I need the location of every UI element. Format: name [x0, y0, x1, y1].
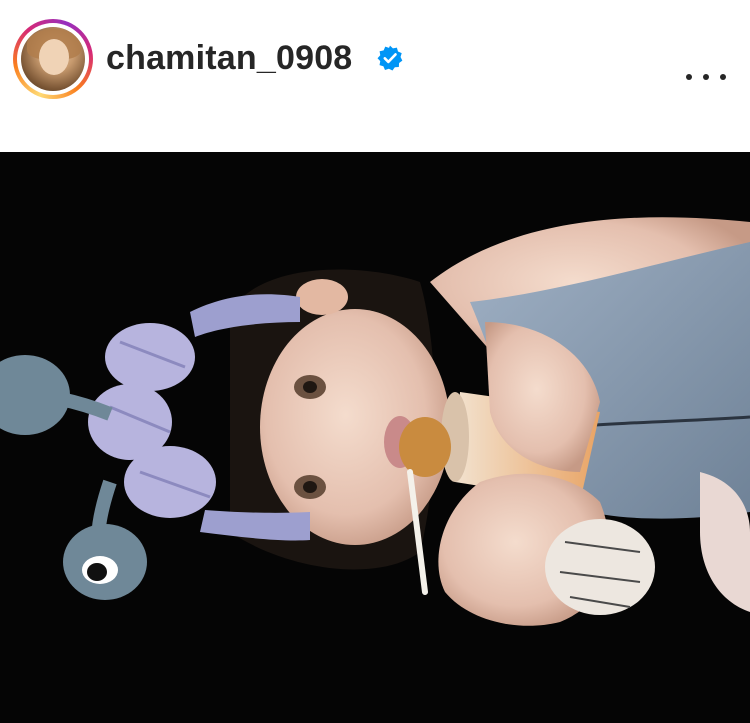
- post-photo-illustration: [0, 152, 750, 723]
- more-options-icon: [686, 74, 692, 80]
- username-link[interactable]: chamitan_0908: [106, 38, 352, 78]
- avatar[interactable]: [21, 27, 85, 91]
- more-options-dot: [720, 74, 726, 80]
- post-photo[interactable]: [0, 152, 750, 723]
- avatar-face: [39, 39, 69, 75]
- more-options-dot: [703, 74, 709, 80]
- instagram-post: chamitan_0908: [0, 0, 750, 723]
- story-ring[interactable]: [13, 19, 93, 99]
- verified-badge-icon: [377, 45, 403, 71]
- post-header: chamitan_0908: [0, 0, 750, 152]
- more-options-button[interactable]: [686, 64, 726, 90]
